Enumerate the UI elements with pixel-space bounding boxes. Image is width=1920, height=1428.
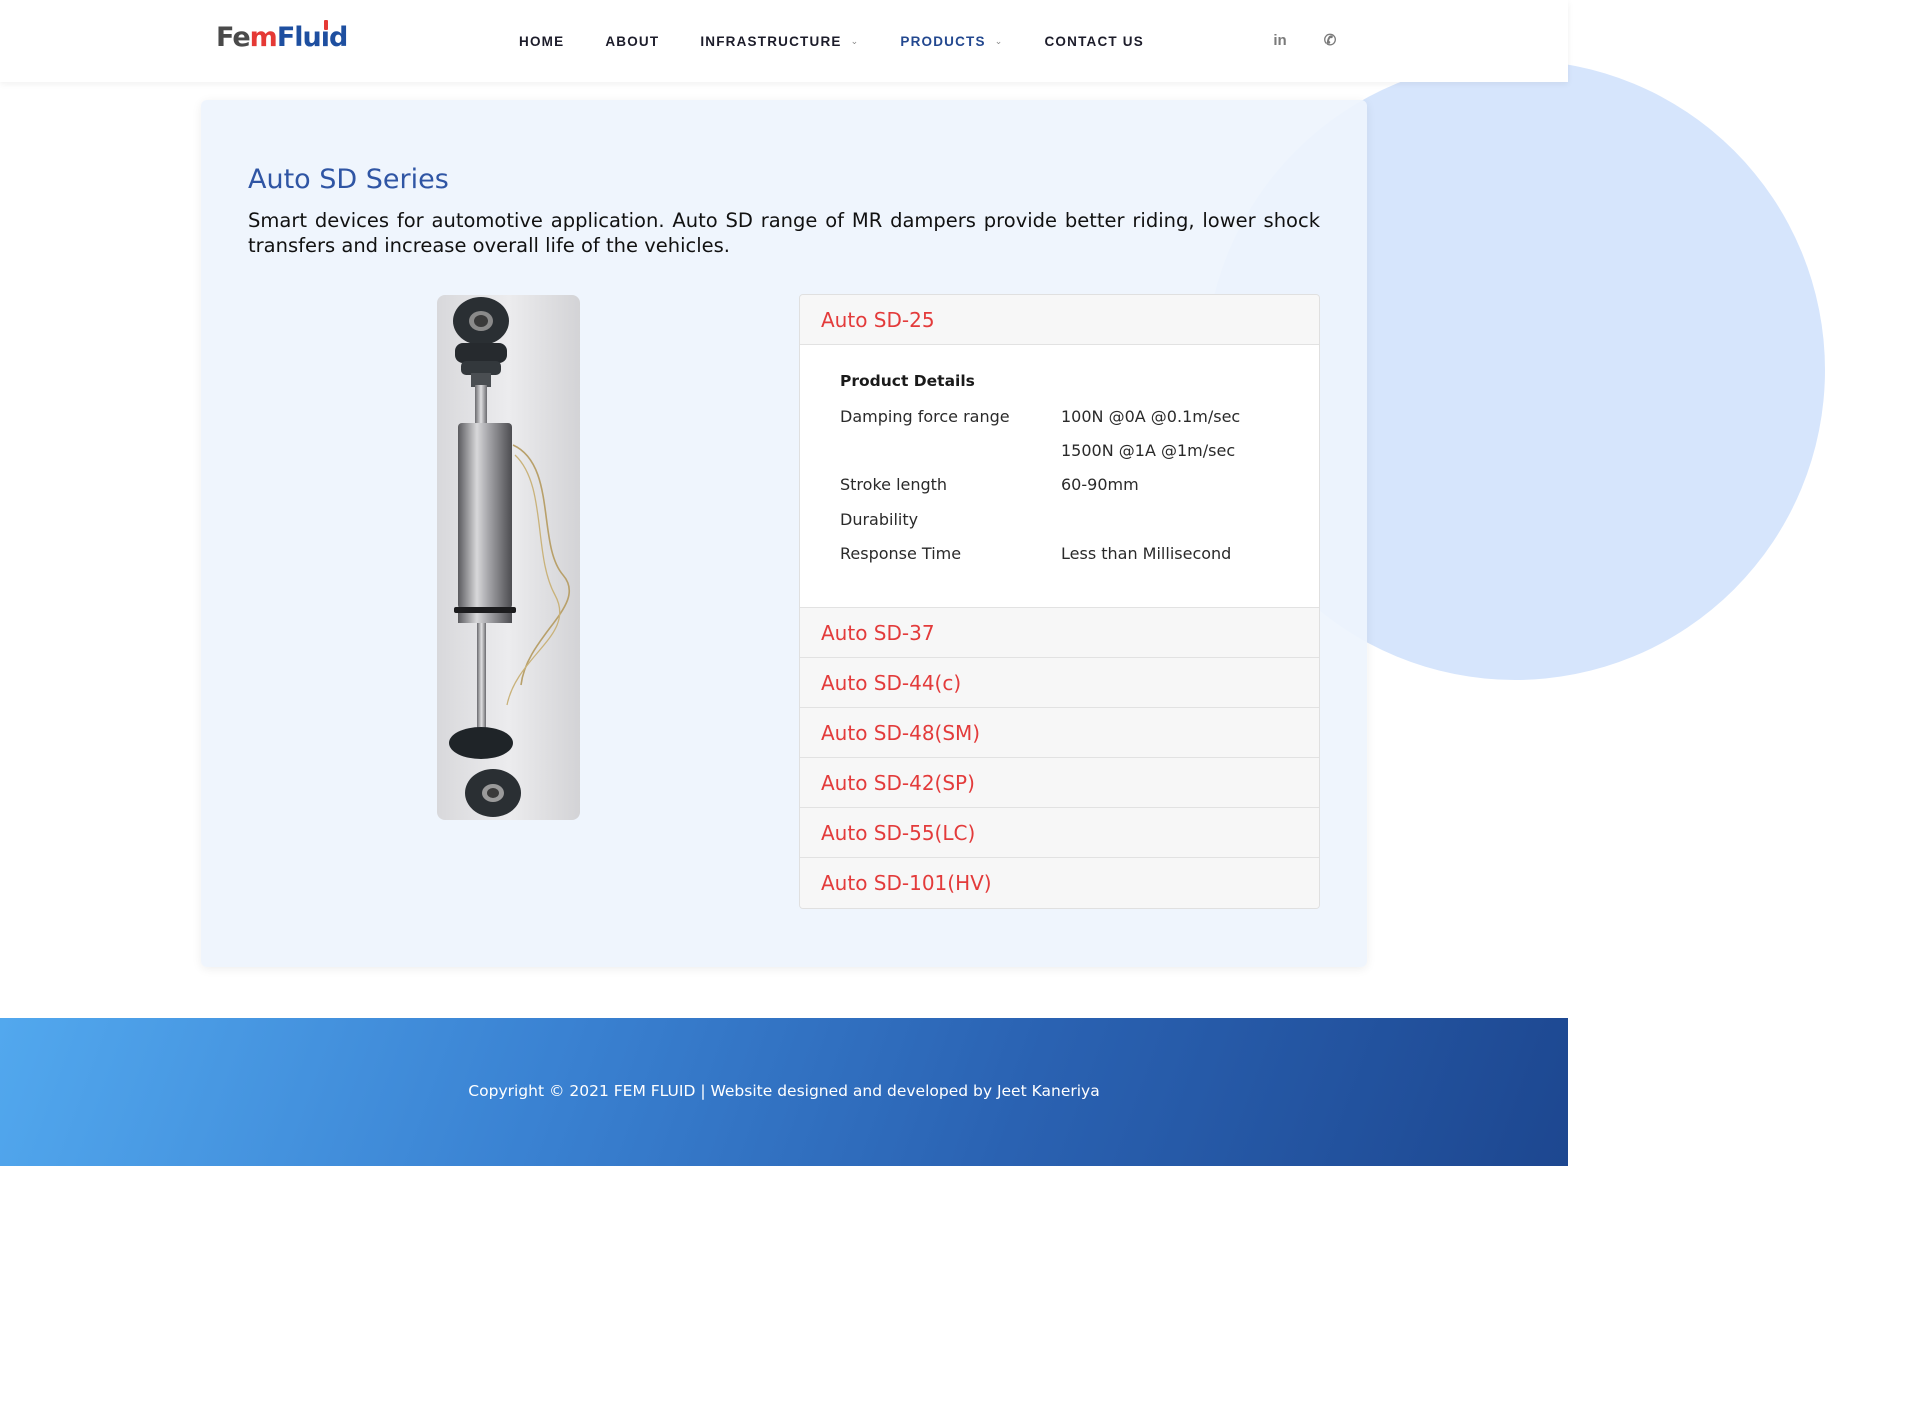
detail-row: Stroke length 60-90mm xyxy=(840,475,1139,495)
social-icons: in ✆ xyxy=(1270,30,1370,50)
accordion-body-auto-sd-25: Product Details Damping force range 100N … xyxy=(800,345,1319,608)
chevron-down-icon: ⌄ xyxy=(994,35,1004,46)
site-header: FemFluı d HOME ABOUT INFRASTRUCTURE ⌄ PROD… xyxy=(0,0,1568,82)
accordion-item-auto-sd-42sp[interactable]: Auto SD-42(SP) xyxy=(800,758,1319,808)
main-nav: HOME ABOUT INFRASTRUCTURE ⌄ PRODUCTS ⌄ CON… xyxy=(519,31,1185,51)
series-description: Smart devices for automotive application… xyxy=(248,209,1320,257)
detail-row: Durability xyxy=(840,509,919,529)
accordion-item-auto-sd-101hv[interactable]: Auto SD-101(HV) xyxy=(800,858,1319,908)
site-footer: Copyright © 2021 FEM FLUID | Website des… xyxy=(0,1018,1568,1166)
chevron-down-icon: ⌄ xyxy=(850,35,860,46)
detail-row: Damping force range 100N @0A @0.1m/sec xyxy=(840,406,1241,426)
page-title: Auto SD Series xyxy=(248,164,449,195)
copyright-text: Copyright © 2021 FEM FLUID | Website des… xyxy=(468,1082,1100,1100)
accordion-item-auto-sd-48sm[interactable]: Auto SD-48(SM) xyxy=(800,708,1319,758)
damper-image xyxy=(437,295,580,820)
linkedin-icon[interactable]: in xyxy=(1270,30,1290,50)
nav-home[interactable]: HOME xyxy=(519,34,564,49)
accordion-item-auto-sd-25[interactable]: Auto SD-25 xyxy=(800,295,1319,345)
detail-row: 1500N @1A @1m/sec xyxy=(1061,440,1236,460)
accordion-item-auto-sd-55lc[interactable]: Auto SD-55(LC) xyxy=(800,808,1319,858)
nav-about[interactable]: ABOUT xyxy=(605,34,659,49)
nav-products[interactable]: PRODUCTS ⌄ xyxy=(900,34,1003,49)
product-details-title: Product Details xyxy=(840,372,975,390)
nav-contact-us[interactable]: CONTACT US xyxy=(1044,34,1144,49)
detail-row: Response Time Less than Millisecond xyxy=(840,543,1232,563)
product-accordion: Auto SD-25 Product Details Damping force… xyxy=(799,294,1320,909)
phone-icon[interactable]: ✆ xyxy=(1320,30,1340,50)
accordion-item-auto-sd-44c[interactable]: Auto SD-44(c) xyxy=(800,658,1319,708)
accordion-item-auto-sd-37[interactable]: Auto SD-37 xyxy=(800,608,1319,658)
nav-infrastructure[interactable]: INFRASTRUCTURE ⌄ xyxy=(700,34,859,49)
product-card: Auto SD Series Smart devices for automot… xyxy=(201,100,1367,967)
femfluid-logo[interactable]: FemFluı d xyxy=(216,20,348,54)
